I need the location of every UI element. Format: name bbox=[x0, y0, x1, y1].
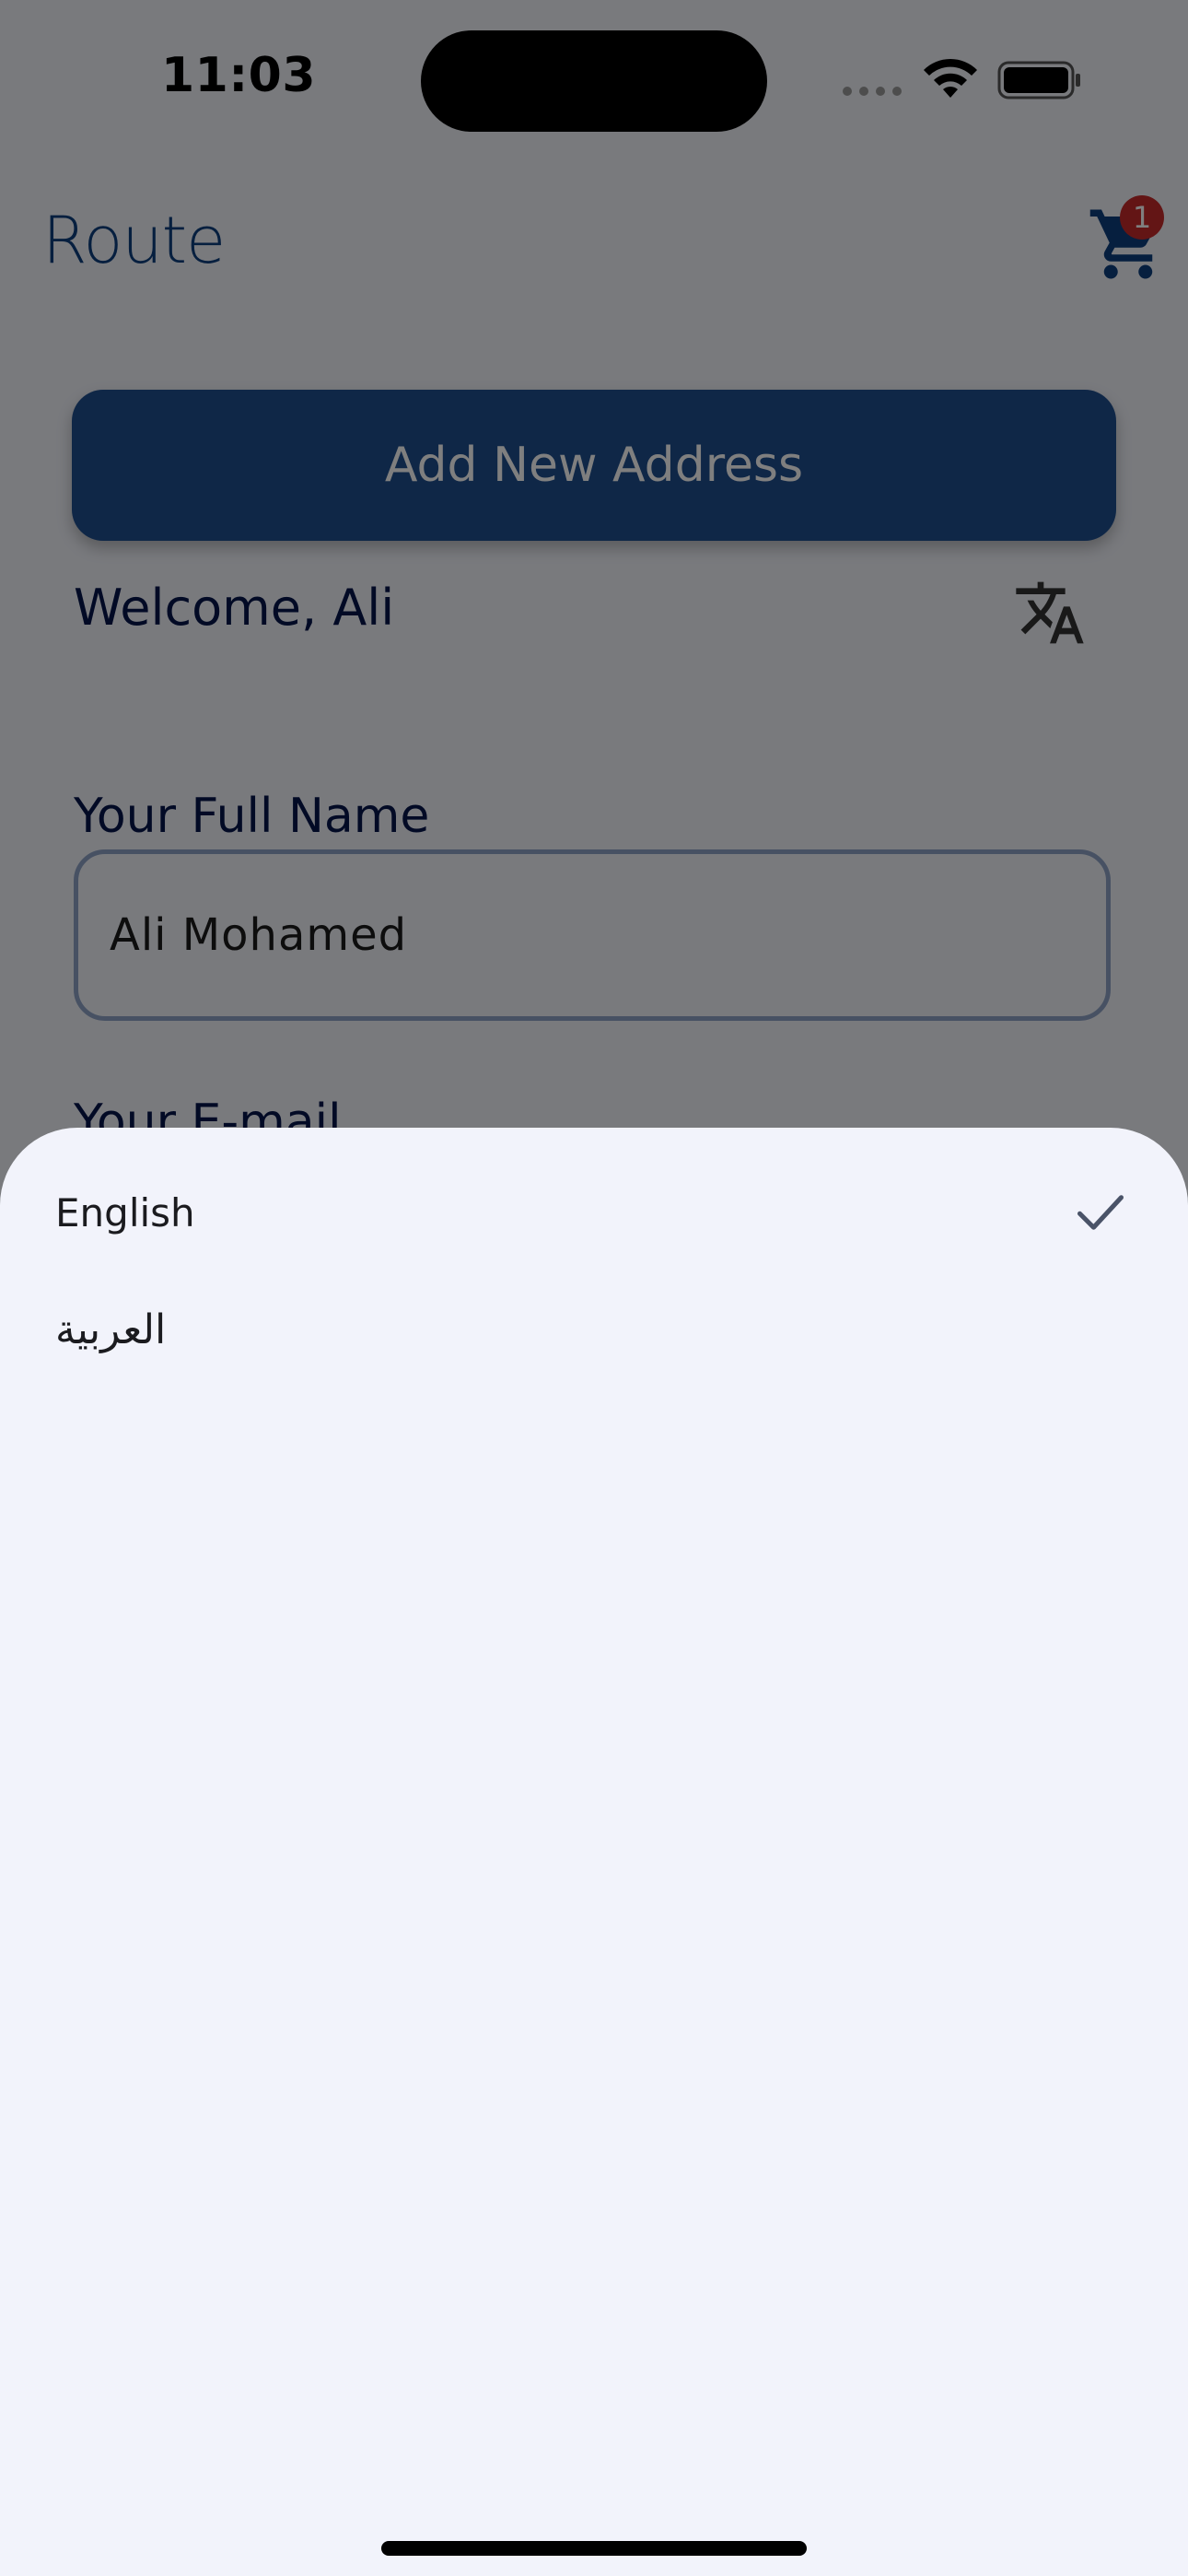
home-indicator[interactable] bbox=[381, 2541, 807, 2556]
language-option-label: English bbox=[55, 1190, 195, 1235]
language-option-label: العربية bbox=[55, 1306, 167, 1353]
check-icon bbox=[1077, 1195, 1124, 1230]
language-option-arabic[interactable]: العربية bbox=[0, 1279, 1188, 1397]
language-bottom-sheet: English العربية bbox=[0, 1128, 1188, 2576]
language-option-english[interactable]: English bbox=[0, 1159, 1188, 1277]
